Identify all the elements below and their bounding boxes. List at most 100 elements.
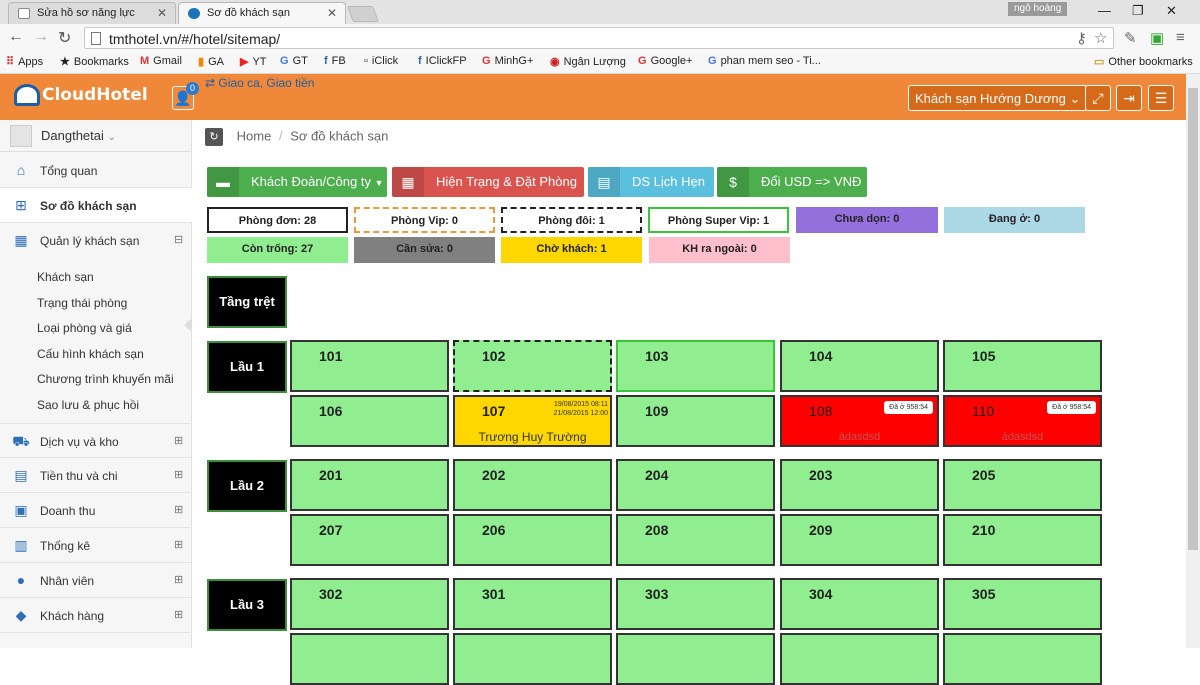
sidebar-item-hotel-management[interactable]: ▦ Quản lý khách sạn ⊟ (0, 223, 192, 258)
browser-tab-active[interactable]: Sơ đồ khách sạn ✕ (178, 2, 346, 24)
extension-icon[interactable]: ✎ (1124, 29, 1137, 47)
bookmark-nganluong[interactable]: ◉ Ngân Lượng (550, 55, 626, 68)
floor-label[interactable]: Tầng trệt (207, 276, 287, 328)
shift-handover-link[interactable]: ⇄ Giao ca, Giao tiền (205, 76, 314, 90)
room-card-occupied[interactable]: 110 Đã ở 958:54 ádasdsd (943, 395, 1102, 447)
room-card[interactable] (290, 633, 449, 685)
sidebar-item-overview[interactable]: ⌂ Tổng quan (0, 153, 192, 188)
sidebar-item-services[interactable]: ⛟ Dịch vụ và kho ⊞ (0, 423, 192, 458)
currency-exchange-button[interactable]: $ Đổi USD => VNĐ (717, 167, 867, 197)
back-icon[interactable]: ← (8, 28, 24, 46)
new-tab-button[interactable] (347, 6, 379, 22)
refresh-icon[interactable]: ↻ (205, 128, 223, 146)
room-card[interactable] (780, 633, 939, 685)
restore-icon[interactable]: ❐ (1132, 3, 1144, 19)
bookmark-fb[interactable]: f FB (324, 55, 346, 67)
sidebar-subitem-room-types[interactable]: Loại phòng và giá (37, 321, 132, 335)
room-card[interactable]: 201 (290, 459, 449, 511)
bookmark-apps[interactable]: ⠿ Apps (6, 55, 43, 68)
bookmark-yt[interactable]: ▶ YT (240, 55, 267, 68)
room-card[interactable]: 102 (453, 340, 612, 392)
sidebar-item-income-expense[interactable]: ▤ Tiền thu và chi ⊞ (0, 458, 192, 493)
close-window-icon[interactable]: ✕ (1166, 3, 1177, 19)
sidebar-item-sitemap[interactable]: ⊞ Sơ đồ khách sạn (0, 188, 192, 223)
floor-label[interactable]: Lầu 2 (207, 460, 287, 512)
logout-button[interactable]: ⇥ (1116, 85, 1142, 111)
room-card[interactable]: 203 (780, 459, 939, 511)
menu-icon[interactable]: ≡ (1176, 29, 1185, 46)
bookmark-gmail[interactable]: M Gmail (140, 55, 182, 67)
group-booking-button[interactable]: ▬ Khách Đoàn/Công ty ▼ (207, 167, 387, 197)
minimize-icon[interactable]: — (1098, 3, 1111, 18)
page-scrollbar[interactable] (1186, 74, 1200, 648)
sidebar-subitem-hotel[interactable]: Khách sạn (37, 270, 94, 284)
bookmark-minhg[interactable]: G MinhG+ (482, 55, 533, 67)
sidebar-item-statistics[interactable]: ▥ Thống kê ⊞ (0, 528, 192, 563)
room-card[interactable]: 301 (453, 578, 612, 630)
page-icon (91, 32, 101, 45)
room-card[interactable]: 202 (453, 459, 612, 511)
breadcrumb-home[interactable]: Home (237, 128, 272, 143)
bookmark-gt[interactable]: G GT (280, 55, 308, 67)
room-card-occupied[interactable]: 108 Đã ở 958:54 ádasdsd (780, 395, 939, 447)
sidebar-item-staff[interactable]: ● Nhân viên ⊞ (0, 563, 192, 598)
status-booking-button[interactable]: ▦ Hiện Trạng & Đặt Phòng (392, 167, 584, 197)
room-card[interactable]: 105 (943, 340, 1102, 392)
appointment-list-button[interactable]: ▤ DS Lịch Hẹn (588, 167, 714, 197)
room-card[interactable] (616, 633, 775, 685)
extension-icon[interactable]: ▣ (1150, 29, 1164, 47)
other-bookmarks[interactable]: ▭ Other bookmarks (1094, 55, 1193, 68)
room-card[interactable]: 101 (290, 340, 449, 392)
profile-chip[interactable]: ngô hoàng (1008, 2, 1068, 16)
room-card[interactable]: 204 (616, 459, 775, 511)
scrollbar-thumb[interactable] (1188, 88, 1198, 550)
bookmark-phanmemseo[interactable]: Gphan mem seo - Ti... (708, 55, 821, 67)
sidebar-item-customers[interactable]: ◆ Khách hàng ⊞ (0, 598, 192, 633)
key-icon[interactable]: ⚷ (1076, 29, 1087, 47)
sidebar-subitem-promotions[interactable]: Chương trình khuyến mãi (37, 372, 174, 386)
sidebar-subitem-backup[interactable]: Sao lưu & phục hồi (37, 398, 139, 412)
room-card[interactable]: 104 (780, 340, 939, 392)
close-tab-icon[interactable]: ✕ (157, 6, 167, 20)
fullscreen-button[interactable]: ⤢ (1085, 85, 1111, 111)
room-card[interactable]: 209 (780, 514, 939, 566)
sidebar-user[interactable]: Dangthetai ⌄ (0, 120, 192, 152)
bookmark-bookmarks[interactable]: ★ Bookmarks (60, 55, 129, 68)
app-logo[interactable]: CloudHotel (14, 84, 148, 106)
hotel-select[interactable]: Khách sạn Hướng Dương ⌄ (908, 85, 1088, 111)
bookmark-ga[interactable]: ▮ GA (198, 55, 224, 68)
url-field[interactable]: tmthotel.vn/#/hotel/sitemap/ (84, 27, 1114, 49)
sidebar-subitem-config[interactable]: Cấu hình khách sạn (37, 347, 144, 361)
room-card[interactable]: 303 (616, 578, 775, 630)
room-card-awaiting[interactable]: 107 19/08/2015 08:11 21/08/2015 12:00 Trư… (453, 395, 612, 447)
sidebar-item-revenue[interactable]: ▣ Doanh thu ⊞ (0, 493, 192, 528)
bookmark-iclickfp[interactable]: f IClickFP (418, 55, 467, 67)
floor-label[interactable]: Lầu 3 (207, 579, 287, 631)
room-card[interactable]: 302 (290, 578, 449, 630)
bookmark-iclick[interactable]: ▫ iClick (364, 55, 398, 67)
browser-tab[interactable]: Sửa hồ sơ năng lực ✕ (8, 2, 176, 24)
room-card[interactable]: 210 (943, 514, 1102, 566)
address-bar-row: ← → ↻ tmthotel.vn/#/hotel/sitemap/ ⚷ ☆ ✎… (0, 24, 1200, 52)
sidebar-subitem-room-status[interactable]: Trạng thái phòng (37, 296, 127, 310)
room-card[interactable]: 205 (943, 459, 1102, 511)
stat-vip-rooms: Phòng Vip: 0 (354, 207, 495, 233)
room-card[interactable] (453, 633, 612, 685)
room-card[interactable]: 103 (616, 340, 775, 392)
star-icon[interactable]: ☆ (1094, 29, 1107, 47)
room-card[interactable]: 106 (290, 395, 449, 447)
room-card[interactable]: 109 (616, 395, 775, 447)
bookmark-googleplus[interactable]: G Google+ (638, 55, 692, 67)
room-card[interactable]: 305 (943, 578, 1102, 630)
room-card[interactable]: 208 (616, 514, 775, 566)
room-card[interactable]: 304 (780, 578, 939, 630)
menu-button[interactable]: ☰ (1148, 85, 1174, 111)
floor-label[interactable]: Lầu 1 (207, 341, 287, 393)
close-tab-icon[interactable]: ✕ (327, 6, 337, 20)
room-card[interactable]: 206 (453, 514, 612, 566)
forward-icon[interactable]: → (33, 28, 49, 46)
room-card[interactable] (943, 633, 1102, 685)
reload-icon[interactable]: ↻ (58, 28, 71, 48)
room-card[interactable]: 207 (290, 514, 449, 566)
dollar-icon: $ (717, 167, 749, 197)
